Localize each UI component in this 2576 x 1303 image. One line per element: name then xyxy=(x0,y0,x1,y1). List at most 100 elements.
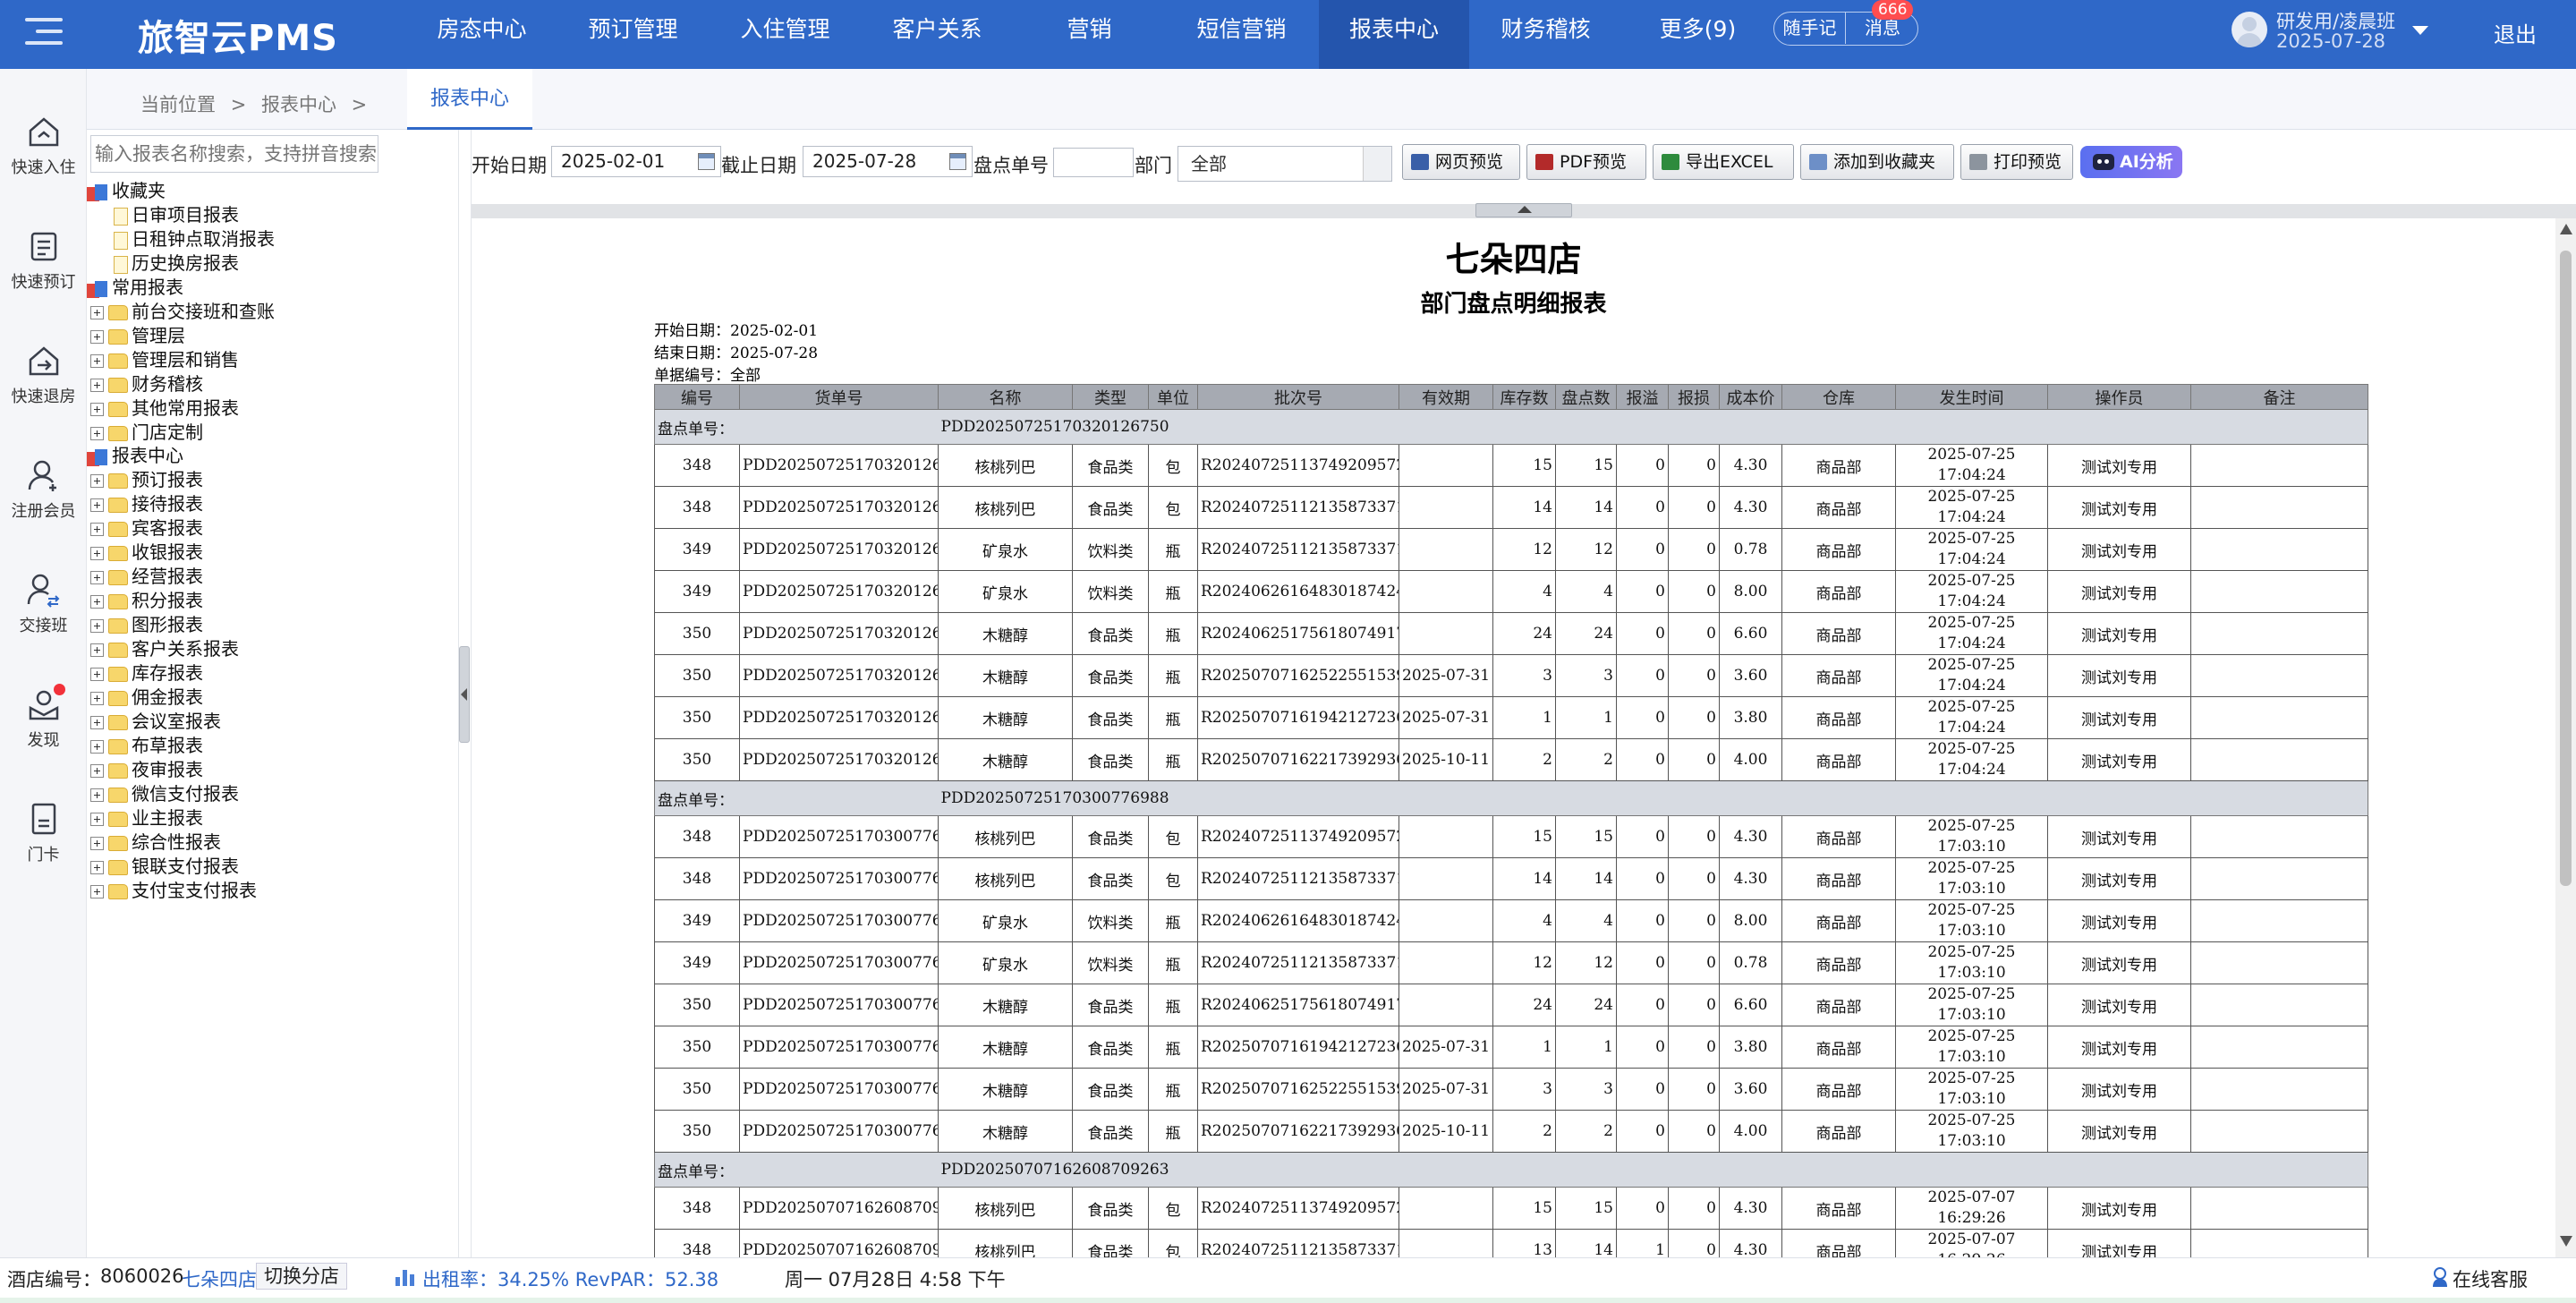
expand-plus-icon[interactable] xyxy=(90,427,104,440)
tree-folder-report[interactable]: 布草报表 xyxy=(90,734,203,758)
expand-plus-icon[interactable] xyxy=(90,837,104,850)
tree-folder-report[interactable]: 预订报表 xyxy=(90,468,203,492)
switch-hotel-button[interactable]: 切换分店 xyxy=(256,1263,347,1290)
expand-plus-icon[interactable] xyxy=(90,523,104,536)
expand-plus-icon[interactable] xyxy=(90,330,104,344)
nav-booking[interactable]: 预订管理 xyxy=(564,0,702,69)
expand-plus-icon[interactable] xyxy=(90,885,104,898)
expand-plus-icon[interactable] xyxy=(90,306,104,319)
customer-service-icon[interactable] xyxy=(2431,1266,2449,1288)
rail-shift-handover[interactable]: 交接班 xyxy=(0,572,87,670)
nav-sms[interactable]: 短信营销 xyxy=(1172,0,1311,69)
add-favorite-button[interactable]: 添加到收藏夹 xyxy=(1800,144,1954,180)
pdf-preview-button[interactable]: PDF预览 xyxy=(1526,144,1646,180)
tree-folder-common[interactable]: 管理层和销售 xyxy=(90,348,239,372)
print-preview-button[interactable]: 打印预览 xyxy=(1960,144,2073,180)
end-date-input[interactable]: 2025-07-28 xyxy=(803,146,973,177)
collapse-tree-handle[interactable] xyxy=(459,646,470,743)
tab-report-center[interactable]: 报表中心 xyxy=(407,69,532,130)
doc-no-input[interactable] xyxy=(1053,148,1134,177)
tree-folder-report[interactable]: 会议室报表 xyxy=(90,710,221,734)
dropdown-arrow-icon[interactable] xyxy=(1363,147,1391,181)
rail-discover[interactable]: 发现 xyxy=(0,686,87,785)
calendar-icon[interactable] xyxy=(949,153,966,170)
expand-plus-icon[interactable] xyxy=(90,813,104,826)
nav-checkin[interactable]: 入住管理 xyxy=(716,0,854,69)
nav-report-center[interactable]: 报表中心 xyxy=(1319,0,1469,69)
expand-plus-icon[interactable] xyxy=(90,595,104,609)
tree-folder-report[interactable]: 宾客报表 xyxy=(90,516,203,541)
tree-folder-report[interactable]: 经营报表 xyxy=(90,565,203,589)
tree-folder-report[interactable]: 微信支付报表 xyxy=(90,782,239,806)
rail-register-member[interactable]: 注册会员 xyxy=(0,457,87,556)
tree-folder-report[interactable]: 支付宝支付报表 xyxy=(90,879,257,903)
expand-plus-icon[interactable] xyxy=(90,692,104,705)
calendar-icon[interactable] xyxy=(698,153,715,170)
tree-folder-report[interactable]: 图形报表 xyxy=(90,613,203,637)
user-dropdown-icon[interactable] xyxy=(2412,26,2428,35)
breadcrumb-report-center[interactable]: 报表中心 xyxy=(261,94,336,115)
expand-plus-icon[interactable] xyxy=(90,571,104,584)
expand-plus-icon[interactable] xyxy=(90,643,104,657)
start-date-input[interactable]: 2025-02-01 xyxy=(551,146,721,177)
tree-item-favorite[interactable]: 历史换房报表 xyxy=(114,251,239,276)
tree-folder-report[interactable]: 综合性报表 xyxy=(90,830,221,855)
expand-plus-icon[interactable] xyxy=(90,619,104,633)
expand-plus-icon[interactable] xyxy=(90,788,104,802)
expand-plus-icon[interactable] xyxy=(90,668,104,681)
tree-folder-report[interactable]: 业主报表 xyxy=(90,806,203,830)
quick-note-button[interactable]: 随手记 xyxy=(1774,13,1846,44)
scroll-down-icon[interactable] xyxy=(2560,1236,2572,1247)
expand-plus-icon[interactable] xyxy=(90,716,104,729)
tree-folder-common[interactable]: 其他常用报表 xyxy=(90,396,239,421)
expand-plus-icon[interactable] xyxy=(90,354,104,368)
online-service-link[interactable]: 在线客服 xyxy=(2453,1265,2528,1292)
nav-more[interactable]: 更多(9) xyxy=(1628,0,1767,69)
viewer-scrollbar[interactable] xyxy=(2555,218,2576,1257)
tree-folder-report[interactable]: 客户关系报表 xyxy=(90,637,239,661)
nav-marketing[interactable]: 营销 xyxy=(1020,0,1159,69)
tree-folder-report[interactable]: 银联支付报表 xyxy=(90,855,239,879)
tree-folder-common[interactable]: 门店定制 xyxy=(90,421,203,445)
expand-plus-icon[interactable] xyxy=(90,474,104,488)
hamburger-menu-icon[interactable] xyxy=(25,18,63,50)
tree-folder-report[interactable]: 接待报表 xyxy=(90,492,203,516)
web-preview-button[interactable]: 网页预览 xyxy=(1402,144,1520,180)
expand-plus-icon[interactable] xyxy=(90,403,104,416)
expand-plus-icon[interactable] xyxy=(90,498,104,512)
expand-plus-icon[interactable] xyxy=(90,764,104,778)
tree-item-favorite[interactable]: 日租钟点取消报表 xyxy=(114,227,275,251)
tree-folder-report[interactable]: 库存报表 xyxy=(90,661,203,686)
nav-finance[interactable]: 财务稽核 xyxy=(1476,0,1615,69)
expand-plus-icon[interactable] xyxy=(90,547,104,560)
user-avatar[interactable] xyxy=(2232,12,2267,47)
scroll-up-icon[interactable] xyxy=(2560,224,2572,234)
nav-room-status[interactable]: 房态中心 xyxy=(412,0,551,69)
expand-plus-icon[interactable] xyxy=(90,740,104,754)
tree-folder-report[interactable]: 佣金报表 xyxy=(90,686,203,710)
tree-item-favorite[interactable]: 日审项目报表 xyxy=(114,203,239,227)
tree-group-favorites[interactable]: 收藏夹 xyxy=(87,179,166,203)
dept-select[interactable]: 全部 xyxy=(1177,146,1392,182)
collapse-toolbar-handle[interactable] xyxy=(1475,203,1572,217)
nav-customer[interactable]: 客户关系 xyxy=(868,0,1007,69)
export-excel-button[interactable]: 导出EXCEL xyxy=(1653,144,1794,180)
tree-folder-report[interactable]: 夜审报表 xyxy=(90,758,203,782)
rail-quick-checkin[interactable]: 快速入住 xyxy=(0,114,87,212)
expand-plus-icon[interactable] xyxy=(90,861,104,874)
tree-folder-report[interactable]: 收银报表 xyxy=(90,541,203,565)
expand-plus-icon[interactable] xyxy=(90,379,104,392)
tree-folder-common[interactable]: 财务稽核 xyxy=(90,372,203,396)
ai-analysis-button[interactable]: AI分析 xyxy=(2080,146,2182,178)
scroll-thumb[interactable] xyxy=(2560,251,2572,886)
rail-quick-checkout[interactable]: 快速退房 xyxy=(0,343,87,441)
tree-folder-report[interactable]: 积分报表 xyxy=(90,589,203,613)
tree-group-report-center[interactable]: 报表中心 xyxy=(87,444,183,468)
tree-folder-common[interactable]: 前台交接班和查账 xyxy=(90,300,275,324)
logout-link[interactable]: 退出 xyxy=(2494,17,2537,48)
tree-group-common[interactable]: 常用报表 xyxy=(87,276,183,300)
rail-door-card[interactable]: 门卡 xyxy=(0,801,87,899)
tree-folder-common[interactable]: 管理层 xyxy=(90,324,185,348)
rail-quick-booking[interactable]: 快速预订 xyxy=(0,228,87,327)
report-search-input[interactable] xyxy=(90,135,378,173)
